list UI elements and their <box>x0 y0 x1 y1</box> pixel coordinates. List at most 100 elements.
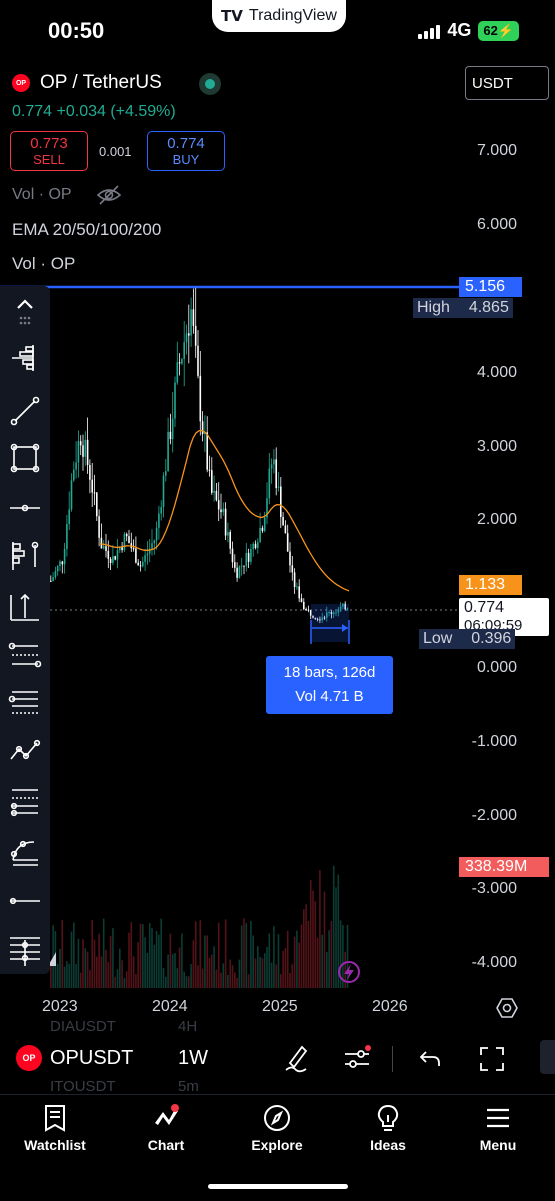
more-tab[interactable] <box>540 1040 555 1074</box>
fib-speed-fan-icon[interactable] <box>8 834 42 868</box>
volume-bar <box>160 918 162 988</box>
volume-bar <box>91 919 93 988</box>
candle-body <box>153 540 156 544</box>
volume-bar <box>204 935 206 988</box>
fib-channel-icon[interactable] <box>8 686 42 720</box>
volume-bar <box>296 930 298 988</box>
volume-bar <box>217 922 220 988</box>
candle-body <box>109 558 112 564</box>
volume-bar <box>273 926 275 988</box>
ema-indicator[interactable]: EMA 20/50/100/200 <box>12 220 161 240</box>
candle-body <box>217 500 220 510</box>
time-tick: 2024 <box>152 998 188 1015</box>
fullscreen-icon[interactable] <box>478 1045 506 1073</box>
nav-ideas[interactable]: Ideas <box>343 1103 433 1153</box>
volume-bar <box>261 958 264 988</box>
measure-bars: 18 bars, 126d <box>283 664 376 681</box>
volume-bar <box>335 887 337 988</box>
candle-body <box>247 552 250 562</box>
eye-hidden-icon[interactable] <box>96 184 122 206</box>
volume-bar <box>215 969 218 988</box>
volume-bar <box>284 948 287 988</box>
volume-bar <box>231 965 234 988</box>
volume-bar <box>229 959 231 988</box>
vol-indicator[interactable]: Vol · OP <box>12 254 75 274</box>
volume-profile-icon[interactable] <box>8 341 42 375</box>
high-label: High 4.865 <box>413 298 513 318</box>
timeframe-selector[interactable]: 1W <box>178 1047 208 1070</box>
volume-bar <box>300 924 303 988</box>
volume-bar <box>96 956 98 988</box>
volume-bar <box>330 920 333 988</box>
axis-tick: 3.000 <box>476 438 517 455</box>
horizontal-ray-icon[interactable] <box>8 491 42 525</box>
horizontal-line-tool-icon[interactable] <box>8 884 42 918</box>
nav-explore-label: Explore <box>251 1137 303 1153</box>
volume-bar <box>139 923 142 988</box>
candle-body <box>105 546 107 551</box>
measure-tooltip: 18 bars, 126d Vol 4.71 B <box>266 656 393 714</box>
volume-bar <box>56 963 59 988</box>
symbol-selector[interactable]: OPUSDT <box>50 1047 133 1070</box>
candle-body <box>139 565 142 567</box>
candle-body <box>54 571 57 578</box>
volume-bar <box>277 934 280 988</box>
indicators-icon[interactable] <box>342 1043 372 1073</box>
volume-bar <box>270 962 273 988</box>
candle-body <box>263 517 266 531</box>
volume-bar <box>199 920 202 988</box>
candle-body <box>208 469 211 471</box>
volume-bar <box>206 935 208 988</box>
candle-body <box>229 532 231 549</box>
candle-body <box>289 551 291 566</box>
chart-settings-icon[interactable] <box>496 997 518 1019</box>
candle-body <box>167 431 169 472</box>
volume-bar <box>107 962 110 988</box>
volume-bar <box>128 932 130 988</box>
nav-menu[interactable]: Menu <box>453 1103 543 1153</box>
path-icon[interactable] <box>8 735 42 769</box>
hline-price-tag: 5.156 <box>459 277 522 297</box>
volume-bar <box>321 934 323 988</box>
long-position-icon[interactable] <box>8 539 42 573</box>
volume-bar <box>213 946 215 988</box>
volume-bar <box>142 924 144 988</box>
time-tick: 2025 <box>262 998 298 1015</box>
drag-handle-icon[interactable] <box>8 314 42 328</box>
nav-explore[interactable]: Explore <box>232 1103 322 1153</box>
fib-retracement-icon[interactable] <box>8 638 42 672</box>
axis-tick: 4.000 <box>476 364 517 381</box>
candle-body <box>222 508 225 513</box>
candle-body <box>155 527 158 541</box>
candle-body <box>146 553 149 556</box>
low-label: Low 0.396 <box>419 629 516 649</box>
volume-bar <box>268 933 271 988</box>
candle-body <box>75 462 77 470</box>
lightbulb-icon <box>377 1104 399 1131</box>
volume-bar <box>282 950 284 988</box>
nav-chart[interactable]: Chart <box>121 1103 211 1153</box>
volume-bar <box>238 959 241 988</box>
draw-pen-icon[interactable] <box>282 1043 310 1073</box>
axis-tick: 2.000 <box>476 511 517 528</box>
volume-bar <box>247 974 250 988</box>
candle-body <box>201 421 204 435</box>
undo-icon[interactable] <box>417 1046 443 1072</box>
fib-extension-icon[interactable] <box>8 784 42 818</box>
volume-bar <box>234 972 236 988</box>
vol-indicator-hidden[interactable]: Vol · OP <box>12 186 72 204</box>
price-range-icon[interactable] <box>8 590 42 624</box>
volume-bar <box>280 973 282 988</box>
candle-body <box>68 509 70 524</box>
hamburger-icon <box>487 1108 509 1128</box>
rectangle-icon[interactable] <box>8 441 42 475</box>
volume-bar <box>155 931 158 988</box>
candle-body <box>100 537 103 549</box>
volume-bar <box>123 977 126 988</box>
trend-line-icon[interactable] <box>8 394 42 428</box>
volume-bar <box>224 919 227 988</box>
nav-watchlist[interactable]: Watchlist <box>10 1103 100 1153</box>
volume-bar <box>102 918 105 988</box>
vertical-line-icon[interactable] <box>10 938 40 968</box>
volume-bar <box>227 974 229 988</box>
